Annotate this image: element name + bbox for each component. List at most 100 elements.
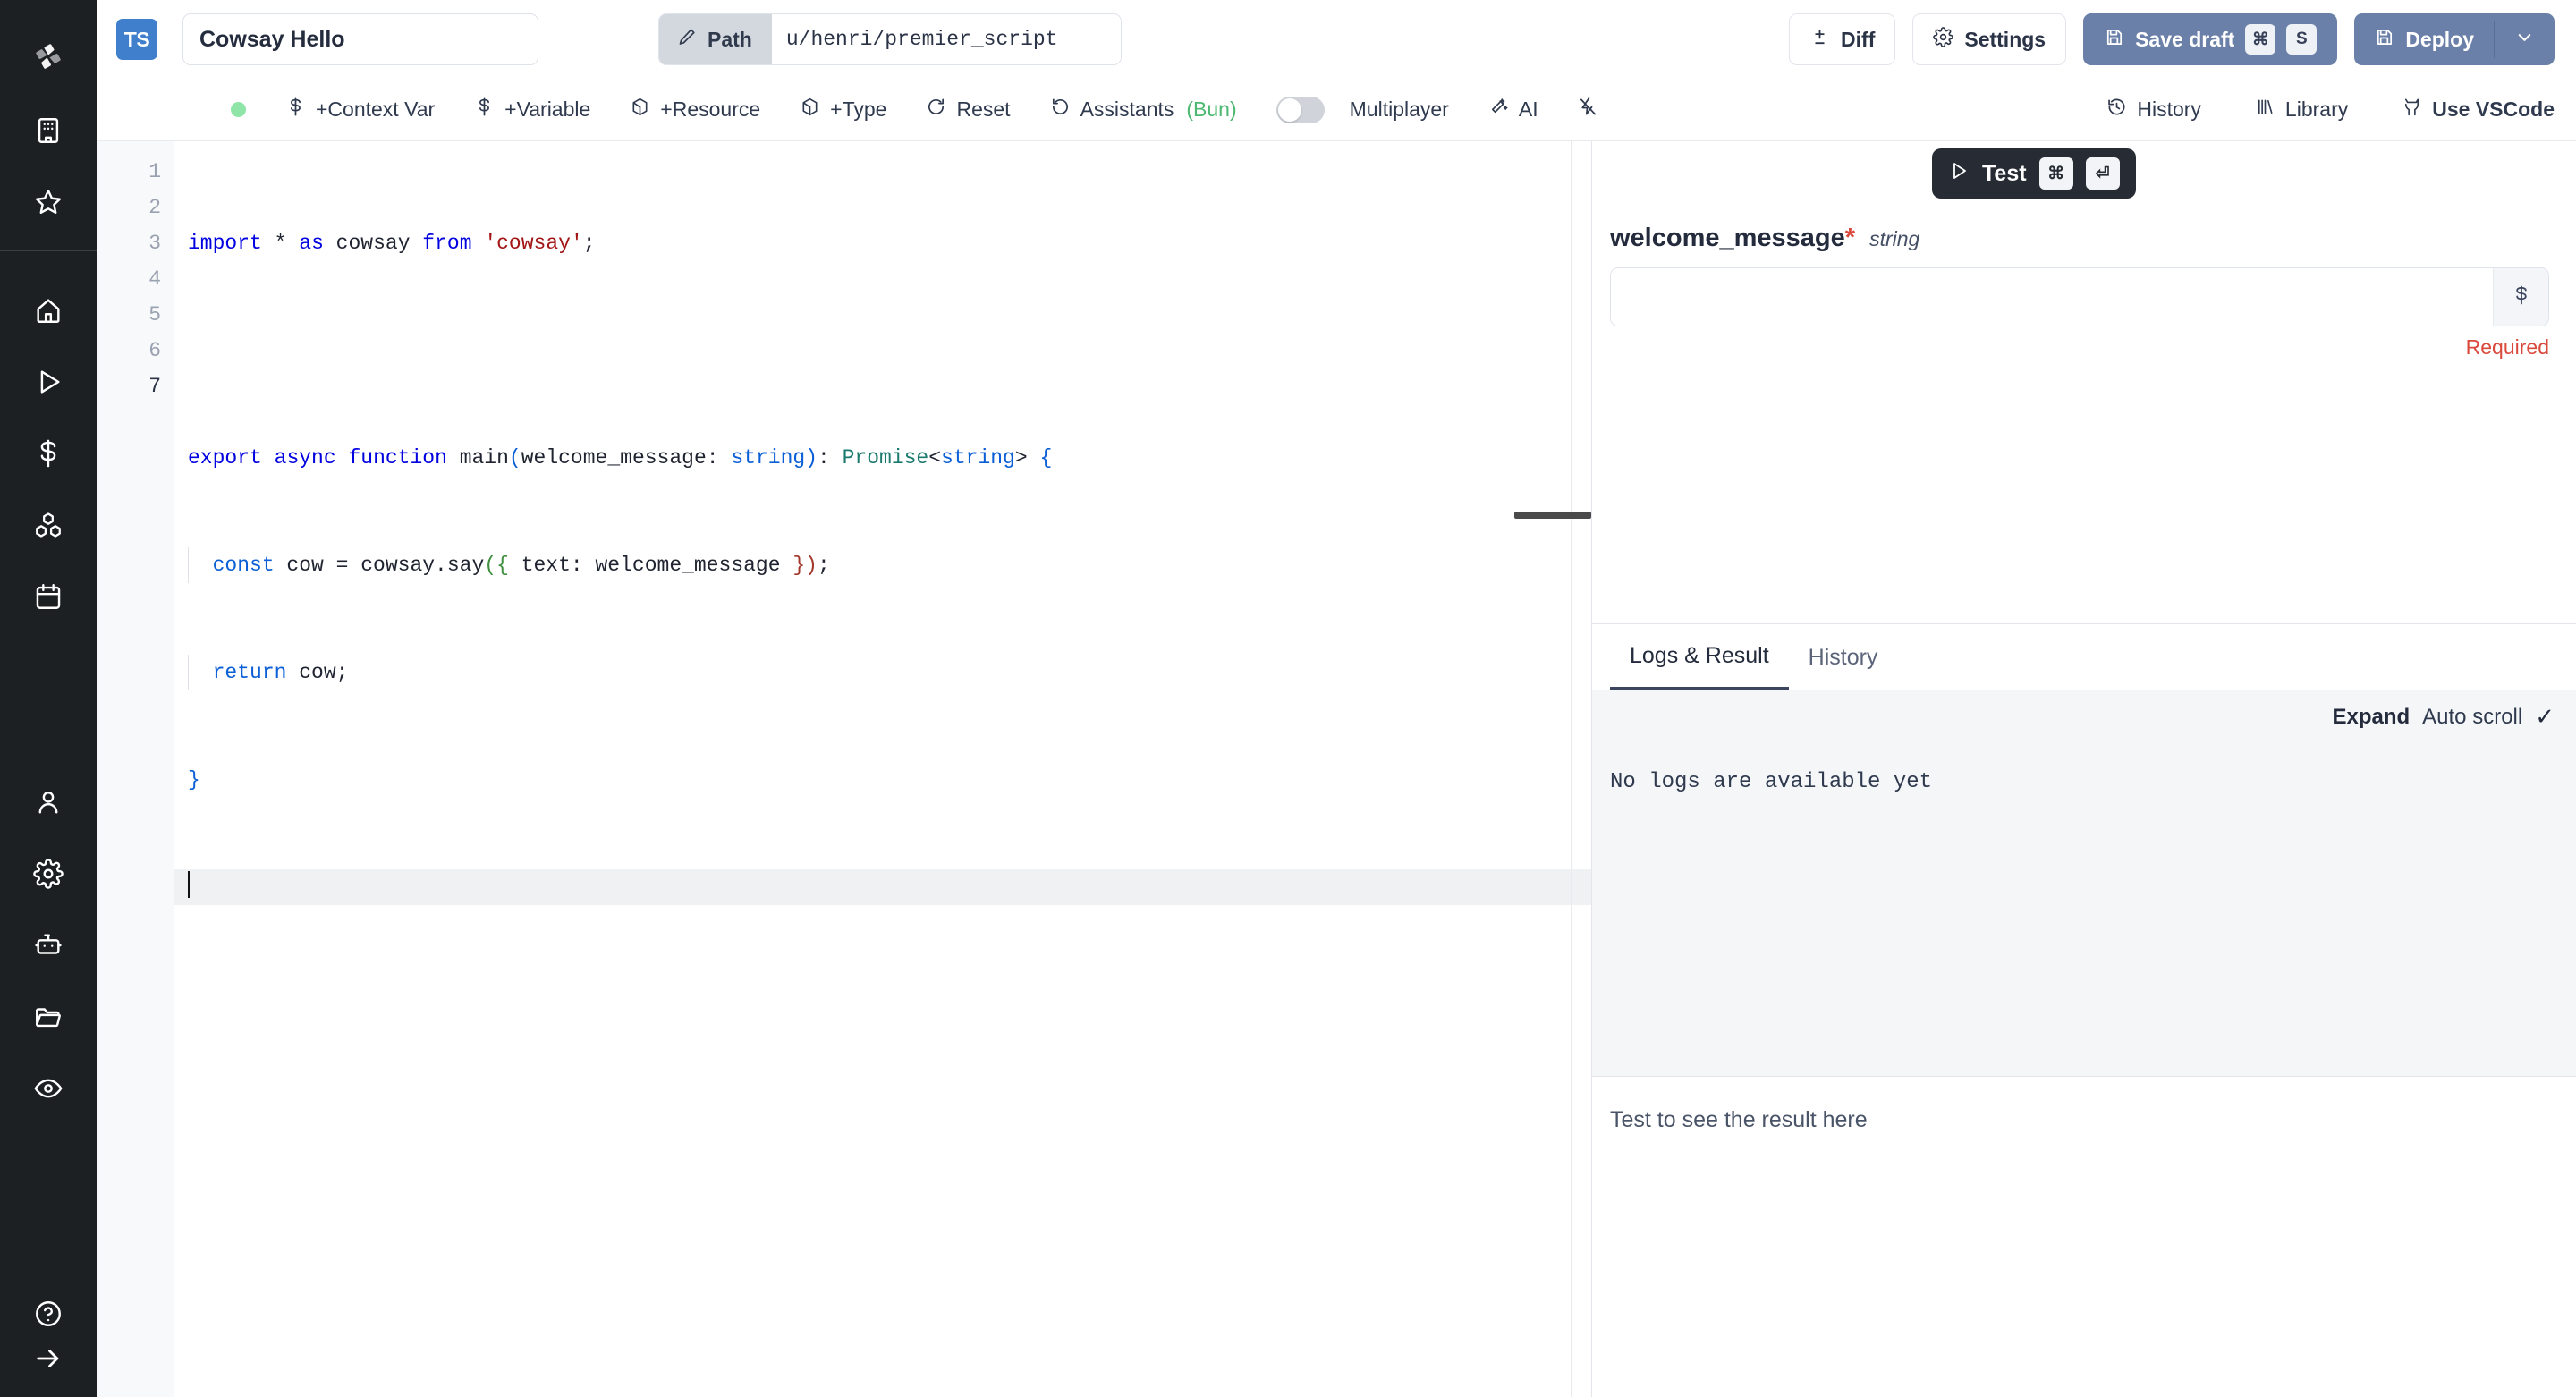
logs-empty-text: No logs are available yet — [1610, 770, 2555, 794]
result-tabs: Logs & Result History — [1592, 623, 2576, 690]
shortcut-cmd-key: ⌘ — [2245, 24, 2275, 55]
multiplayer-toggle[interactable] — [1276, 97, 1325, 123]
logs-panel: Expand Auto scroll ✓ No logs are availab… — [1592, 690, 2576, 1076]
argument-name: welcome_message* — [1610, 224, 1855, 253]
editor-toolbar: +Context Var +Variable — [97, 79, 2576, 141]
zap-off-button[interactable] — [1578, 97, 1598, 123]
ai-button[interactable]: AI — [1488, 97, 1538, 123]
save-draft-label: Save draft — [2135, 28, 2234, 52]
sidebar-item-favorites[interactable] — [0, 166, 97, 238]
language-badge: TS — [116, 19, 157, 60]
history-button[interactable]: History — [2106, 97, 2201, 123]
add-context-var-button[interactable]: +Context Var — [285, 97, 435, 123]
panel-resize-handle[interactable] — [1514, 512, 1591, 519]
insert-variable-button[interactable] — [2493, 268, 2548, 326]
windmill-logo-icon[interactable] — [0, 18, 97, 95]
shortcut-enter-key: ⏎ — [2086, 157, 2120, 190]
add-variable-label: +Variable — [504, 97, 590, 122]
editor-right-rule — [1571, 141, 1572, 1397]
multiplayer-label: Multiplayer — [1350, 97, 1449, 122]
expand-sidebar-arrow-right-icon[interactable] — [0, 1336, 97, 1381]
settings-label: Settings — [1964, 28, 2046, 52]
test-button[interactable]: Test ⌘ ⏎ — [1932, 148, 2136, 199]
code-line: import * as cowsay from 'cowsay'; — [174, 225, 1591, 261]
diff-button[interactable]: Diff — [1789, 13, 1895, 65]
add-type-button[interactable]: +Type — [800, 97, 886, 123]
path-input[interactable] — [772, 14, 1121, 64]
summary-input[interactable] — [182, 13, 538, 65]
line-number: 3 — [97, 225, 161, 261]
magic-wand-icon — [1488, 97, 1509, 123]
welcome-message-input[interactable] — [1611, 268, 2493, 326]
required-asterisk: * — [1845, 224, 1855, 252]
sidebar-item-home[interactable] — [0, 275, 97, 346]
status-indicator-dot — [231, 102, 246, 117]
reset-button[interactable]: Reset — [926, 97, 1010, 123]
sidebar-item-users[interactable] — [0, 766, 97, 838]
zap-off-icon — [1578, 97, 1598, 123]
code-line: return cow; — [174, 655, 1591, 690]
shortcut-s-key: S — [2286, 24, 2317, 55]
save-icon — [2374, 27, 2394, 53]
diff-label: Diff — [1841, 28, 1875, 52]
settings-button[interactable]: Settings — [1912, 13, 2066, 65]
argument-header: welcome_message* string — [1610, 224, 2549, 253]
tab-logs-and-result[interactable]: Logs & Result — [1610, 625, 1789, 690]
sidebar-item-schedules[interactable] — [0, 561, 97, 632]
shortcut-cmd-key: ⌘ — [2039, 157, 2073, 190]
text-cursor — [188, 871, 190, 898]
sidebar-item-workers[interactable] — [0, 910, 97, 981]
library-button[interactable]: Library — [2255, 97, 2348, 123]
sidebar-item-workspace[interactable] — [0, 95, 97, 166]
deploy-button-group: Deploy — [2354, 13, 2555, 65]
sidebar-item-audit-logs[interactable] — [0, 1053, 97, 1124]
script-header: TS Path — [97, 0, 2576, 79]
dollar-icon — [474, 97, 495, 123]
path-label-text: Path — [708, 28, 752, 52]
add-resource-button[interactable]: +Resource — [630, 97, 760, 123]
sidebar-divider — [0, 250, 97, 251]
sidebar-item-settings[interactable] — [0, 838, 97, 910]
use-vscode-button[interactable]: Use VSCode — [2402, 97, 2555, 123]
line-number-active: 7 — [97, 368, 161, 404]
save-icon — [2104, 27, 2124, 53]
add-type-label: +Type — [830, 97, 886, 122]
code-line-active — [174, 869, 1591, 905]
add-resource-label: +Resource — [660, 97, 760, 122]
assistants-button[interactable]: Assistants — [1050, 97, 1174, 123]
code-line — [174, 333, 1591, 368]
left-sidebar — [0, 0, 97, 1397]
sidebar-item-variables[interactable] — [0, 418, 97, 489]
test-panel: Test ⌘ ⏎ welcome_message* string — [1592, 141, 2576, 1397]
deploy-button[interactable]: Deploy — [2354, 13, 2494, 65]
logs-controls: Expand Auto scroll ✓ — [1610, 703, 2555, 731]
save-draft-button[interactable]: Save draft ⌘ S — [2083, 13, 2337, 65]
history-label: History — [2137, 97, 2201, 122]
deploy-dropdown-button[interactable] — [2495, 13, 2555, 65]
code-content[interactable]: import * as cowsay from 'cowsay'; export… — [174, 141, 1591, 1397]
gear-icon — [1933, 27, 1953, 53]
code-editor[interactable]: 1 2 3 4 5 6 7 import * as cowsay from 'c… — [97, 141, 1592, 1397]
box-icon — [630, 97, 650, 123]
expand-logs-button[interactable]: Expand — [2332, 705, 2410, 730]
runtime-label: (Bun) — [1186, 97, 1236, 122]
dollar-icon — [2511, 284, 2532, 310]
path-edit-button[interactable]: Path — [659, 14, 772, 64]
auto-scroll-checkbox[interactable]: ✓ — [2535, 703, 2555, 731]
sidebar-item-runs[interactable] — [0, 346, 97, 418]
add-context-var-label: +Context Var — [316, 97, 435, 122]
code-line: } — [174, 762, 1591, 798]
help-circle-icon[interactable] — [0, 1291, 97, 1336]
argument-input-row — [1610, 267, 2549, 326]
sidebar-item-resources[interactable] — [0, 489, 97, 561]
result-panel: Test to see the result here — [1592, 1076, 2576, 1397]
script-arguments-form: welcome_message* string — [1592, 204, 2576, 360]
main-area: TS Path — [97, 0, 2576, 1397]
sidebar-item-folders[interactable] — [0, 981, 97, 1053]
chevron-down-icon — [2514, 27, 2535, 53]
code-editor-surface[interactable]: 1 2 3 4 5 6 7 import * as cowsay from 'c… — [97, 141, 1591, 1397]
tab-history[interactable]: History — [1789, 625, 1898, 690]
deploy-label: Deploy — [2405, 28, 2474, 52]
library-icon — [2255, 97, 2275, 123]
add-variable-button[interactable]: +Variable — [474, 97, 590, 123]
